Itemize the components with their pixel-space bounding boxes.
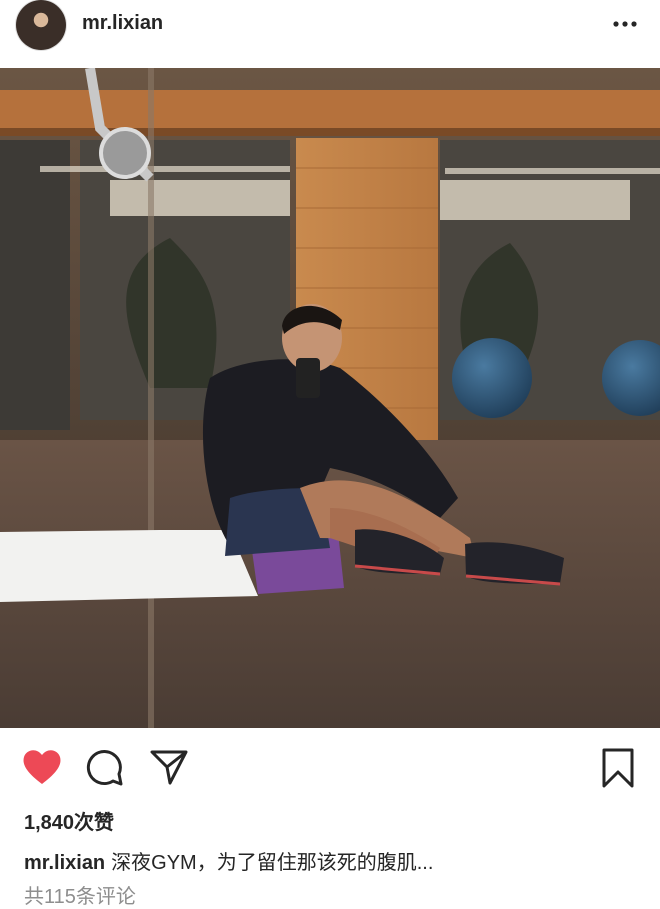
view-comments-link[interactable]: 共115条评论 <box>24 880 136 909</box>
heart-filled-icon <box>23 750 61 784</box>
paper-plane-icon <box>150 750 188 785</box>
more-options-button[interactable] <box>612 14 638 34</box>
post-username[interactable]: mr.lixian <box>82 12 163 35</box>
likes-count[interactable]: 1,840次赞 <box>24 806 114 835</box>
post-photo[interactable] <box>0 68 660 728</box>
save-button[interactable] <box>600 748 636 793</box>
post-header: mr.lixian <box>0 0 660 68</box>
caption-text: 深夜GYM，为了留住那该死的腹肌... <box>111 852 434 874</box>
share-button[interactable] <box>150 748 188 791</box>
post-caption: mr.lixian 深夜GYM，为了留住那该死的腹肌... <box>24 846 644 875</box>
comment-button[interactable] <box>86 748 124 791</box>
avatar[interactable] <box>16 0 66 50</box>
comment-bubble-icon <box>86 750 123 786</box>
like-button[interactable] <box>22 748 62 791</box>
more-horizontal-icon <box>613 21 637 27</box>
action-bar <box>0 740 660 796</box>
bookmark-icon <box>602 748 634 788</box>
caption-username[interactable]: mr.lixian <box>24 852 105 874</box>
gym-mirror-selfie-image <box>0 68 660 728</box>
